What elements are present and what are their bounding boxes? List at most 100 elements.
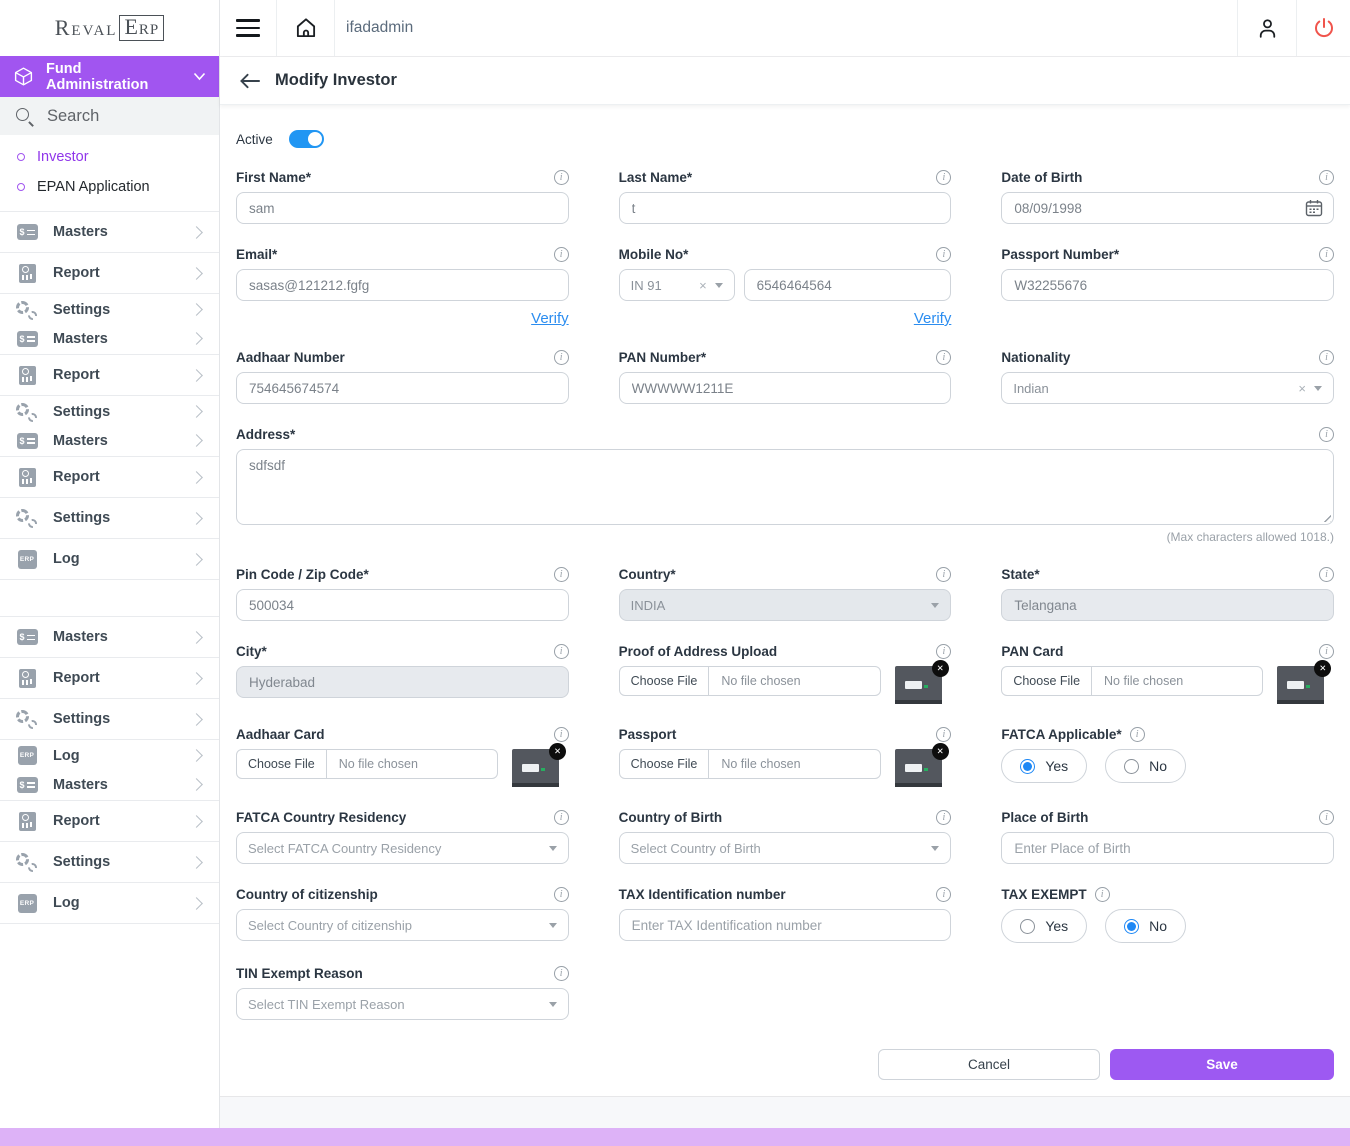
active-toggle[interactable] — [289, 130, 324, 148]
info-icon[interactable] — [554, 887, 569, 902]
passport-number-input[interactable] — [1001, 269, 1334, 301]
tin-exempt-reason-select[interactable]: Select TIN Exempt Reason — [236, 988, 569, 1020]
fatca-country-residency-select[interactable]: Select FATCA Country Residency — [236, 832, 569, 864]
info-icon[interactable] — [554, 966, 569, 981]
tax-exempt-no-radio[interactable]: No — [1105, 909, 1186, 943]
sidebar-item-settings-masters[interactable]: Settings Masters — [0, 294, 219, 355]
sidebar-item-settings-masters[interactable]: Settings Masters — [0, 396, 219, 457]
sidebar-item-log[interactable]: ERPLog — [0, 539, 219, 580]
tax-exempt-yes-radio[interactable]: Yes — [1001, 909, 1087, 943]
info-icon[interactable] — [1319, 350, 1334, 365]
choose-file-button[interactable]: Choose File — [237, 750, 327, 778]
sidebar-item-settings[interactable]: Settings — [0, 498, 219, 539]
date-of-birth-input[interactable]: 08/09/1998 — [1001, 192, 1334, 224]
pan-card-thumbnail[interactable] — [1277, 666, 1324, 704]
sidebar-item-log[interactable]: ERPLog — [0, 883, 219, 924]
city-input[interactable] — [236, 666, 569, 698]
remove-file-icon[interactable] — [549, 743, 566, 760]
aadhaar-card-thumbnail[interactable] — [512, 749, 559, 787]
info-icon[interactable] — [554, 810, 569, 825]
aadhaar-card-file-input[interactable]: Choose File No file chosen — [236, 749, 498, 779]
sidebar-item-report[interactable]: Report — [0, 801, 219, 842]
nationality-select[interactable]: Indian — [1001, 372, 1334, 404]
sidebar-item-masters[interactable]: Masters — [0, 617, 219, 658]
back-arrow-icon[interactable] — [239, 73, 260, 89]
clear-icon[interactable] — [1298, 382, 1306, 395]
sidebar-item-report[interactable]: Report — [0, 253, 219, 294]
info-icon[interactable] — [1319, 567, 1334, 582]
clear-icon[interactable] — [699, 279, 707, 292]
info-icon[interactable] — [1095, 887, 1110, 902]
sidebar-item-epan-application[interactable]: EPAN Application — [0, 172, 219, 202]
info-icon[interactable] — [936, 644, 951, 659]
sidebar-item-settings[interactable]: Settings — [0, 842, 219, 883]
passport-thumbnail[interactable] — [895, 749, 942, 787]
choose-file-button[interactable]: Choose File — [620, 667, 710, 695]
fatca-no-radio[interactable]: No — [1105, 749, 1186, 783]
info-icon[interactable] — [936, 567, 951, 582]
sidebar-item-log-masters[interactable]: ERPLog Masters — [0, 740, 219, 801]
info-icon[interactable] — [1319, 247, 1334, 262]
proof-of-address-file-input[interactable]: Choose File No file chosen — [619, 666, 881, 696]
sidebar-item-report[interactable]: Report — [0, 658, 219, 699]
pan-number-input[interactable] — [619, 372, 952, 404]
info-icon[interactable] — [554, 567, 569, 582]
info-icon[interactable] — [936, 810, 951, 825]
info-icon[interactable] — [554, 247, 569, 262]
info-icon[interactable] — [1130, 727, 1145, 742]
save-button[interactable]: Save — [1110, 1049, 1334, 1080]
info-icon[interactable] — [936, 350, 951, 365]
mobile-number-input[interactable] — [744, 269, 952, 301]
state-input[interactable] — [1001, 589, 1334, 621]
country-of-birth-select[interactable]: Select Country of Birth — [619, 832, 952, 864]
sidebar-item-investor[interactable]: Investor — [0, 142, 219, 172]
logout-button[interactable] — [1296, 0, 1350, 56]
country-code-select[interactable]: IN 91 — [619, 269, 735, 301]
hamburger-menu-button[interactable] — [220, 0, 277, 56]
info-icon[interactable] — [936, 727, 951, 742]
sidebar-item-report[interactable]: Report — [0, 355, 219, 396]
choose-file-button[interactable]: Choose File — [620, 750, 710, 778]
address-textarea[interactable]: sdfsdf — [236, 449, 1334, 525]
aadhaar-number-input[interactable] — [236, 372, 569, 404]
profile-button[interactable] — [1237, 0, 1296, 56]
remove-file-icon[interactable] — [932, 660, 949, 677]
fatca-yes-radio[interactable]: Yes — [1001, 749, 1087, 783]
info-icon[interactable] — [554, 644, 569, 659]
place-of-birth-input[interactable] — [1001, 832, 1334, 864]
passport-file-input[interactable]: Choose File No file chosen — [619, 749, 881, 779]
country-select[interactable]: INDIA — [619, 589, 952, 621]
calendar-icon[interactable] — [1305, 199, 1323, 217]
verify-email-link[interactable]: Verify — [531, 310, 569, 327]
verify-mobile-link[interactable]: Verify — [914, 310, 952, 327]
proof-of-address-thumbnail[interactable] — [895, 666, 942, 704]
choose-file-button[interactable]: Choose File — [1002, 667, 1092, 695]
info-icon[interactable] — [936, 170, 951, 185]
cancel-button[interactable]: Cancel — [878, 1049, 1100, 1080]
module-selector[interactable]: Fund Administration — [0, 56, 219, 97]
pin-code-input[interactable] — [236, 589, 569, 621]
remove-file-icon[interactable] — [1314, 660, 1331, 677]
email-input[interactable] — [236, 269, 569, 301]
home-button[interactable] — [277, 0, 335, 56]
pan-card-file-input[interactable]: Choose File No file chosen — [1001, 666, 1263, 696]
info-icon[interactable] — [936, 887, 951, 902]
info-icon[interactable] — [554, 170, 569, 185]
sidebar-item-settings[interactable]: Settings — [0, 699, 219, 740]
sidebar-item-report[interactable]: Report — [0, 457, 219, 498]
sidebar-item-masters[interactable]: Masters — [0, 212, 219, 253]
country-of-citizenship-select[interactable]: Select Country of citizenship — [236, 909, 569, 941]
info-icon[interactable] — [936, 247, 951, 262]
info-icon[interactable] — [554, 350, 569, 365]
last-name-input[interactable] — [619, 192, 952, 224]
username-label: ifadadmin — [335, 0, 1237, 56]
first-name-input[interactable] — [236, 192, 569, 224]
info-icon[interactable] — [554, 727, 569, 742]
info-icon[interactable] — [1319, 644, 1334, 659]
sidebar-search[interactable]: Search — [0, 97, 219, 135]
info-icon[interactable] — [1319, 810, 1334, 825]
tax-identification-input[interactable] — [619, 909, 952, 941]
info-icon[interactable] — [1319, 427, 1334, 442]
info-icon[interactable] — [1319, 170, 1334, 185]
remove-file-icon[interactable] — [932, 743, 949, 760]
